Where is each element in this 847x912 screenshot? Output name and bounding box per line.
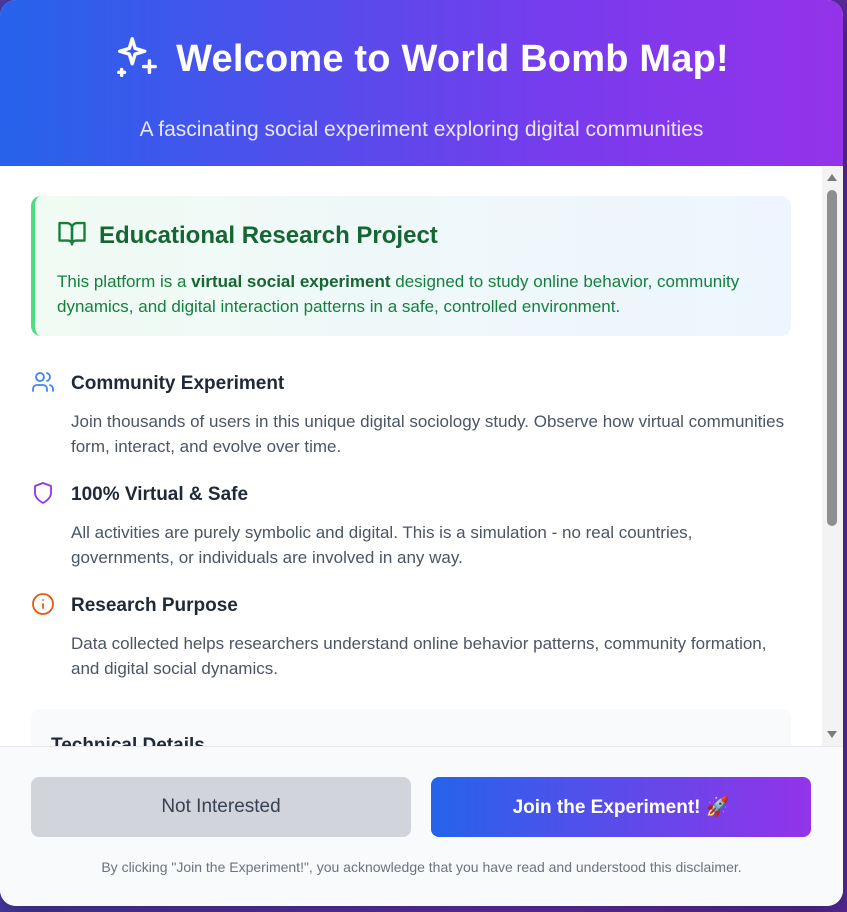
book-open-icon bbox=[57, 218, 87, 253]
feature-research-purpose: Research Purpose Data collected helps re… bbox=[31, 592, 791, 681]
header-title-row: Welcome to World Bomb Map! bbox=[0, 30, 843, 88]
scroll-up-arrow-icon[interactable] bbox=[827, 174, 837, 181]
feature-text: All activities are purely symbolic and d… bbox=[71, 523, 693, 567]
not-interested-button[interactable]: Not Interested bbox=[31, 777, 411, 837]
feature-text: Join thousands of users in this unique d… bbox=[71, 412, 785, 456]
disclaimer-text: By clicking "Join the Experiment!", you … bbox=[101, 859, 742, 875]
edu-text-start: This platform is a bbox=[57, 272, 192, 291]
content-scrollbar[interactable] bbox=[822, 166, 843, 746]
feature-title: 100% Virtual & Safe bbox=[71, 484, 249, 505]
edu-title: Educational Research Project bbox=[99, 221, 438, 249]
modal-footer: Not Interested Join the Experiment! 🚀 By… bbox=[0, 746, 843, 906]
sparkles-icon bbox=[114, 34, 160, 85]
welcome-modal: Welcome to World Bomb Map! A fascinating… bbox=[0, 0, 843, 906]
info-icon bbox=[31, 592, 55, 621]
modal-header: Welcome to World Bomb Map! A fascinating… bbox=[0, 0, 843, 166]
feature-title: Research Purpose bbox=[71, 595, 238, 616]
feature-title-row: Community Experiment bbox=[31, 370, 791, 399]
edu-title-row: Educational Research Project bbox=[57, 218, 767, 253]
modal-title: Welcome to World Bomb Map! bbox=[176, 37, 729, 80]
scroll-down-arrow-icon[interactable] bbox=[827, 731, 837, 738]
feature-community: Community Experiment Join thousands of u… bbox=[31, 370, 791, 459]
technical-details-box: Technical Details bbox=[31, 709, 791, 746]
technical-details-title: Technical Details bbox=[51, 735, 205, 746]
shield-icon bbox=[31, 481, 55, 510]
modal-subtitle: A fascinating social experiment explorin… bbox=[139, 118, 704, 141]
feature-title-row: Research Purpose bbox=[31, 592, 791, 621]
feature-text: Data collected helps researchers underst… bbox=[71, 634, 767, 678]
edu-text-bold: virtual social experiment bbox=[191, 272, 391, 291]
feature-virtual-safe: 100% Virtual & Safe All activities are p… bbox=[31, 481, 791, 570]
feature-title: Community Experiment bbox=[71, 373, 285, 394]
modal-content[interactable]: Educational Research Project This platfo… bbox=[0, 166, 822, 746]
educational-research-box: Educational Research Project This platfo… bbox=[31, 196, 791, 336]
join-experiment-button[interactable]: Join the Experiment! 🚀 bbox=[431, 777, 811, 837]
feature-title-row: 100% Virtual & Safe bbox=[31, 481, 791, 510]
edu-description: This platform is a virtual social experi… bbox=[57, 269, 767, 319]
users-icon bbox=[31, 370, 55, 399]
scrollbar-thumb[interactable] bbox=[827, 190, 837, 526]
